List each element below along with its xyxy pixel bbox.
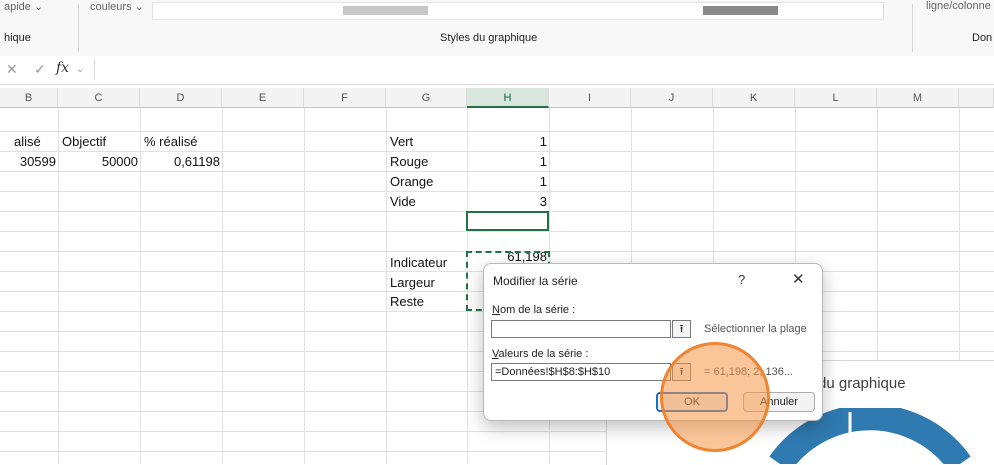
chart-style-thumb[interactable] [703, 6, 778, 15]
cell[interactable]: 1 [467, 172, 547, 192]
cell[interactable]: 1 [467, 152, 547, 172]
cell[interactable]: Indicateur [390, 253, 447, 273]
cell[interactable]: Orange [390, 172, 433, 192]
ribbon-group-label: Styles du graphique [440, 32, 538, 44]
ribbon: apide ⌄ couleurs ⌄ ligne/colonne hique S… [0, 0, 994, 57]
column-header[interactable] [959, 88, 994, 108]
column-header[interactable]: J [631, 88, 713, 108]
insert-function-icon[interactable]: fx [56, 60, 69, 76]
dialog-title: Modifier la série [493, 274, 578, 288]
cell[interactable]: Largeur [390, 273, 435, 293]
formula-bar: ✕ ✓ fx ⌄ [0, 56, 994, 85]
cancel-icon[interactable]: ✕ [6, 61, 18, 78]
column-header[interactable]: D [140, 88, 222, 108]
column-header[interactable]: C [58, 88, 140, 108]
ribbon-separator [78, 4, 79, 52]
cell[interactable]: Objectif [62, 132, 106, 152]
quick-layout-dropdown[interactable]: apide ⌄ [4, 0, 43, 22]
series-name-hint: Sélectionner la plage [704, 323, 807, 335]
column-header[interactable]: B [0, 88, 58, 108]
formula-input[interactable] [94, 59, 991, 79]
cell[interactable]: alisé [14, 132, 41, 152]
ribbon-separator [912, 4, 913, 52]
cell[interactable]: 3 [467, 192, 547, 212]
cell[interactable]: 30599 [0, 152, 56, 172]
column-header-selected[interactable]: H [467, 88, 549, 108]
series-values-label: Valeurs de la série : [492, 348, 589, 360]
cell[interactable]: Reste [390, 292, 424, 312]
cell[interactable]: Rouge [390, 152, 428, 172]
cell[interactable]: 1 [467, 132, 547, 152]
series-values-input[interactable]: =Données!$H$8:$H$10 [491, 363, 671, 381]
series-name-input[interactable] [491, 320, 671, 338]
ribbon-group-label: hique [4, 32, 31, 44]
cell[interactable]: Vide [390, 192, 416, 212]
series-name-label: Nom de la série : [492, 304, 576, 316]
column-header[interactable]: L [795, 88, 877, 108]
cell[interactable]: 50000 [58, 152, 138, 172]
column-header[interactable]: M [877, 88, 959, 108]
colors-dropdown[interactable]: couleurs ⌄ [90, 0, 144, 22]
collapse-dialog-button[interactable]: ⭱ [672, 320, 691, 338]
help-button[interactable]: ? [738, 272, 745, 287]
column-header[interactable]: F [304, 88, 386, 108]
column-header[interactable]: G [386, 88, 467, 108]
active-cell-border [466, 211, 549, 231]
upload-arrow-icon: ⭱ [679, 323, 684, 335]
doughnut-segment [769, 408, 971, 464]
column-header[interactable]: E [222, 88, 304, 108]
chart-styles-gallery[interactable] [152, 2, 884, 20]
cancel-button[interactable]: Annuler [743, 392, 815, 412]
ok-button[interactable]: OK [656, 392, 728, 412]
column-header[interactable]: I [549, 88, 631, 108]
column-header[interactable]: K [713, 88, 795, 108]
cell[interactable]: % réalisé [144, 132, 197, 152]
chevron-down-icon[interactable]: ⌄ [76, 64, 84, 75]
chart-style-thumb[interactable] [343, 6, 428, 15]
excel-window: apide ⌄ couleurs ⌄ ligne/colonne hique S… [0, 0, 994, 465]
cell[interactable]: Vert [390, 132, 413, 152]
ribbon-group-label: Don [972, 32, 993, 44]
series-values-preview: = 61,198; 2, 136... [704, 366, 793, 378]
upload-arrow-icon: ⭱ [679, 366, 684, 378]
cell[interactable]: 0,61198 [140, 152, 220, 172]
collapse-dialog-button[interactable]: ⭱ [672, 363, 691, 381]
edit-series-dialog: Modifier la série ? ✕ Nom de la série : … [483, 263, 823, 421]
check-icon[interactable]: ✓ [34, 61, 46, 78]
close-button[interactable]: ✕ [792, 270, 805, 288]
chart-title[interactable]: du graphique [818, 375, 906, 392]
switch-row-column-button[interactable]: ligne/colonne [926, 0, 991, 22]
